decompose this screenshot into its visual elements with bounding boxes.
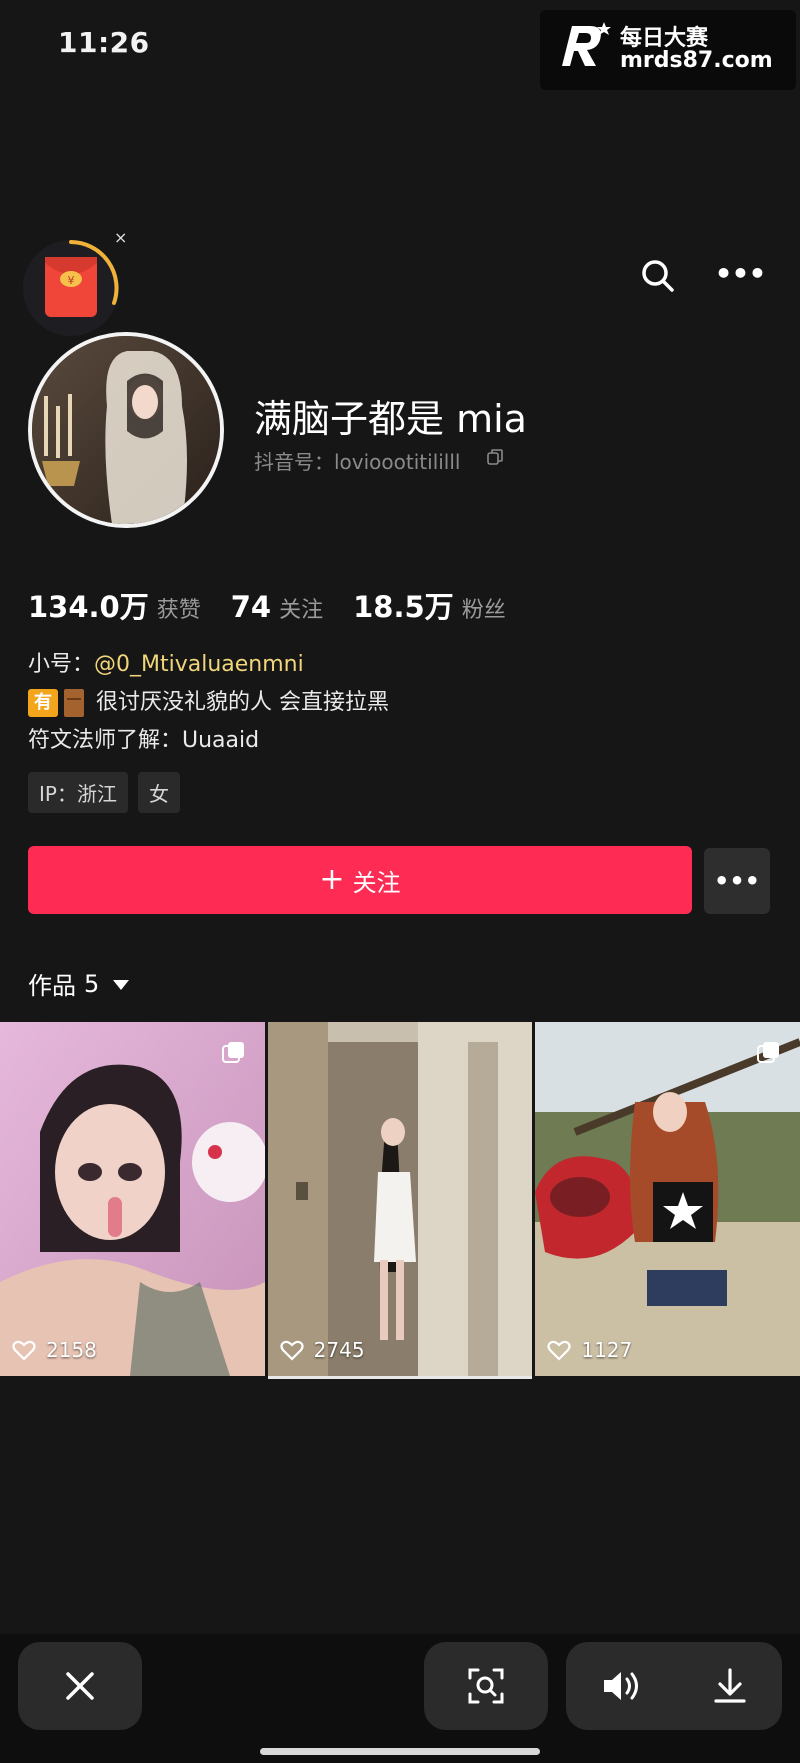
profile-bio: 小号： @0_Mtivaluaenmni 有 很讨厌没礼貌的人 会直接拉黑 符文… [28,646,389,760]
tag-ip-location: IP：浙江 [28,772,128,813]
multi-image-icon [757,1042,780,1063]
avatar[interactable] [28,332,224,528]
work-item[interactable]: 1127 [535,1022,800,1376]
caret-down-icon [113,980,130,990]
likes-count[interactable]: 134.0万 [28,584,149,626]
volume-icon[interactable] [601,1668,643,1704]
follow-label: 关注 [352,868,401,897]
status-time: 11:26 [58,26,150,59]
bio-alt-account: 小号： @0_Mtivaluaenmni [28,646,389,684]
profile-tags: IP：浙江 女 [28,772,180,813]
bio-line-3: 符文法师了解：Uuaaid [28,722,389,760]
watermark-logo [562,22,611,66]
work-item[interactable]: 2158 [0,1022,265,1376]
selected-indicator [268,1376,532,1379]
work-thumbnail-3 [535,1022,800,1376]
watermark-url: mrds87.com [620,48,773,73]
promo-close-icon[interactable]: × [114,228,127,247]
heart-icon [547,1340,571,1361]
alt-account-label: 小号： [28,652,95,677]
works-grid: 2158 2745 1127 [0,1022,800,1378]
multi-image-icon [221,1042,244,1063]
download-icon[interactable] [712,1667,748,1705]
search-icon [642,260,674,292]
media-controls [566,1642,782,1730]
home-indicator[interactable] [260,1748,540,1755]
bio-text-2: 很讨厌没礼貌的人 会直接拉黑 [96,690,389,715]
red-packet-promo[interactable]: ¥ [20,237,122,339]
heart-icon [12,1340,36,1361]
work-likes: 1127 [547,1338,632,1362]
works-label: 作品 [28,972,76,1000]
close-button[interactable] [18,1642,142,1730]
likes-label: 获赞 [156,598,201,623]
alt-account-link[interactable]: @0_Mtivaluaenmni [94,646,304,684]
followers-count[interactable]: 18.5万 [353,584,454,626]
search-button[interactable] [636,254,680,298]
work-thumbnail-1 [0,1022,265,1376]
work-item[interactable]: 2745 [267,1022,533,1376]
following-count[interactable]: 74 [231,590,271,624]
profile-nickname: 满脑子都是 mia [254,397,527,441]
svg-text:¥: ¥ [68,274,75,287]
tag-gender: 女 [137,772,180,813]
follow-more-button[interactable]: ••• [704,848,770,914]
follow-button[interactable]: + 关注 [28,846,692,914]
heart-icon [280,1340,304,1361]
work-likes: 2745 [280,1338,365,1362]
works-tab[interactable]: 作品 5 [28,966,130,1001]
bio-text-3: 符文法师了解：Uuaaid [28,728,260,753]
douyin-id-value[interactable]: lovioootitililll [334,450,460,474]
work-likes-count: 2745 [313,1338,365,1362]
bio-line-2: 有 很讨厌没礼貌的人 会直接拉黑 [28,684,389,722]
copy-icon[interactable] [486,448,504,466]
plus-icon: + [319,862,345,897]
red-packet-icon: ¥ [23,240,119,336]
works-count: 5 [84,969,100,998]
douyin-id: 抖音号：lovioootitililll [254,446,460,475]
header-more-button[interactable]: ••• [715,257,767,290]
profile-stats: 134.0万 获赞 74 关注 18.5万 粉丝 [28,584,528,626]
avatar-image [32,336,220,524]
door-emoji-icon [64,689,84,717]
work-likes-count: 2158 [46,1338,97,1362]
scan-icon [468,1668,504,1704]
close-icon [66,1672,94,1700]
scan-button[interactable] [424,1642,548,1730]
douyin-id-label: 抖音号： [254,450,334,474]
following-label: 关注 [279,598,324,623]
work-likes: 2158 [12,1338,97,1362]
work-likes-count: 1127 [581,1338,633,1362]
you-badge-icon: 有 [28,689,58,717]
followers-label: 粉丝 [461,598,506,623]
work-thumbnail-2 [267,1022,533,1376]
